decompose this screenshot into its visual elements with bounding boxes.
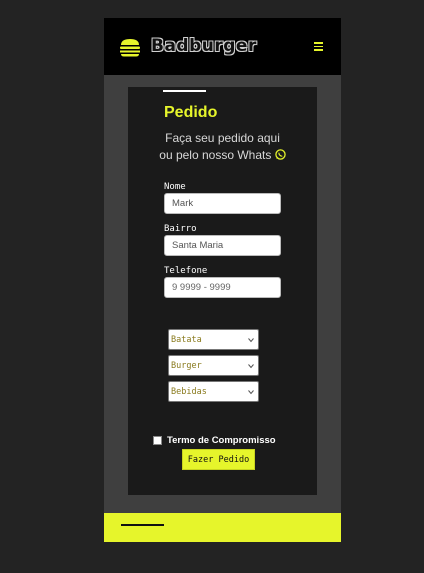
chevron-down-icon: [248, 364, 254, 369]
nome-input[interactable]: [164, 193, 281, 214]
terms-label[interactable]: Termo de Compromisso: [167, 435, 276, 446]
burger-icon[interactable]: [118, 37, 142, 57]
nome-label: Nome: [164, 182, 186, 192]
subtitle: Faça seu pedido aqui ou pelo nosso Whats: [128, 130, 317, 164]
divider-line: [163, 90, 206, 92]
burger-select[interactable]: Burger: [168, 355, 259, 376]
page-title: Pedido: [164, 104, 218, 121]
bebidas-select[interactable]: Bebidas: [168, 381, 259, 402]
brand-name[interactable]: Badburger: [151, 36, 257, 56]
subtitle-line-2: ou pelo nosso Whats: [159, 148, 272, 162]
burger-select-value: Burger: [171, 360, 202, 371]
subtitle-line-1: Faça seu pedido aqui: [165, 131, 280, 145]
submit-order-button[interactable]: Fazer Pedido: [182, 449, 255, 470]
top-navbar: Badburger: [104, 18, 341, 75]
whatsapp-icon[interactable]: [274, 149, 286, 160]
terms-row: Termo de Compromisso: [153, 435, 276, 446]
footer-bar: [104, 513, 341, 542]
terms-checkbox[interactable]: [153, 436, 162, 445]
bebidas-select-value: Bebidas: [171, 386, 207, 397]
phone-viewport: Badburger Pedido Faça seu pedido aqui ou…: [104, 18, 341, 542]
telefone-input[interactable]: [164, 277, 281, 298]
telefone-label: Telefone: [164, 266, 208, 276]
bairro-input[interactable]: [164, 235, 281, 256]
bairro-label: Bairro: [164, 224, 197, 234]
batata-select[interactable]: Batata: [168, 329, 259, 350]
chevron-down-icon: [248, 338, 254, 343]
chevron-down-icon: [248, 390, 254, 395]
footer-divider-line: [121, 524, 164, 526]
batata-select-value: Batata: [171, 334, 202, 345]
hamburger-menu-icon[interactable]: [314, 42, 323, 51]
order-form-card: Pedido Faça seu pedido aqui ou pelo noss…: [128, 87, 317, 495]
